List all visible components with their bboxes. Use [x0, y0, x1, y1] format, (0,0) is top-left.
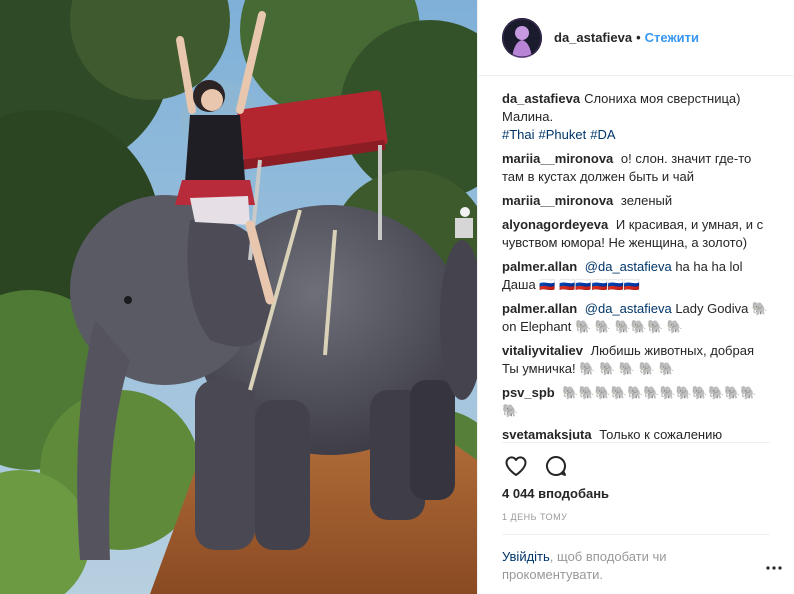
- comment-username[interactable]: palmer.allan: [502, 259, 577, 274]
- comment-username[interactable]: mariia__mironova: [502, 193, 613, 208]
- comment-item: alyonagordeyeva И красивая, и умная, и с…: [502, 216, 772, 252]
- like-button[interactable]: [502, 452, 530, 480]
- comment-mention[interactable]: @da_astafieva: [585, 259, 672, 274]
- divider: [502, 534, 770, 535]
- caption-text-line1: Слониха моя сверстница): [584, 91, 741, 106]
- comment-username[interactable]: mariia__mironova: [502, 151, 613, 166]
- post-side-panel: da_astafieva • Стежити da_astafieva Слони…: [477, 0, 794, 594]
- header-username[interactable]: da_astafieva: [554, 30, 632, 45]
- comment-button[interactable]: [542, 452, 570, 480]
- likes-count[interactable]: 4 044 вподобань: [502, 486, 609, 501]
- comment-item: palmer.allan @da_astafieva Lady Godiva 🐘…: [502, 300, 772, 336]
- more-options-button[interactable]: [762, 556, 786, 580]
- comment-item: palmer.allan @da_astafieva ha ha ha lol …: [502, 258, 772, 294]
- hashtag-link[interactable]: #Phuket: [539, 127, 587, 142]
- action-bar: [502, 452, 582, 480]
- follow-button[interactable]: Стежити: [645, 30, 699, 45]
- caption-text-line2: Малина.: [502, 109, 554, 124]
- comment-bubble-icon: [546, 455, 567, 476]
- comments-list[interactable]: da_astafieva Слониха моя сверстница) Мали…: [502, 90, 772, 440]
- comment-username[interactable]: palmer.allan: [502, 301, 577, 316]
- caption-hashtags: #Thai #Phuket #DA: [502, 127, 620, 142]
- header-separator: •: [636, 30, 641, 45]
- hashtag-link[interactable]: #Thai: [502, 127, 535, 142]
- comment-mention[interactable]: @da_astafieva: [585, 301, 672, 316]
- comment-username[interactable]: vitaliyvitaliev: [502, 343, 583, 358]
- hashtag-link[interactable]: #DA: [590, 127, 615, 142]
- login-prompt: Увійдіть, щоб вподобати чи прокоментуват…: [502, 548, 732, 584]
- divider: [502, 442, 770, 443]
- caption-username[interactable]: da_astafieva: [502, 91, 580, 106]
- comment-item: svetamaksjuta Только к сожалению слониха…: [502, 426, 772, 440]
- post-header: da_astafieva • Стежити: [478, 0, 794, 76]
- elephant-ride-photo: [0, 0, 477, 594]
- post-timestamp: 1 день тому: [502, 512, 568, 522]
- caption: da_astafieva Слониха моя сверстница) Мали…: [502, 90, 772, 144]
- heart-icon: [505, 456, 527, 476]
- comment-item: mariia__mironova зеленый: [502, 192, 772, 210]
- comment-item: vitaliyvitaliev Любишь животных, добрая …: [502, 342, 772, 378]
- comment-username[interactable]: svetamaksjuta: [502, 427, 592, 440]
- comment-item: mariia__mironova о! слон. значит где-то …: [502, 150, 772, 186]
- avatar[interactable]: [502, 17, 542, 58]
- instagram-post: da_astafieva • Стежити da_astafieva Слони…: [0, 0, 794, 594]
- comment-text: зеленый: [620, 193, 673, 208]
- login-link[interactable]: Увійдіть: [502, 549, 550, 564]
- comment-username[interactable]: alyonagordeyeva: [502, 217, 608, 232]
- post-photo[interactable]: [0, 0, 477, 594]
- comment-username[interactable]: psv_spb: [502, 385, 555, 400]
- comment-item: psv_spb 🐘🐘🐘🐘🐘🐘🐘🐘🐘🐘🐘🐘🐘: [502, 384, 772, 420]
- avatar-image: [502, 17, 542, 58]
- more-options-icon: [766, 566, 782, 570]
